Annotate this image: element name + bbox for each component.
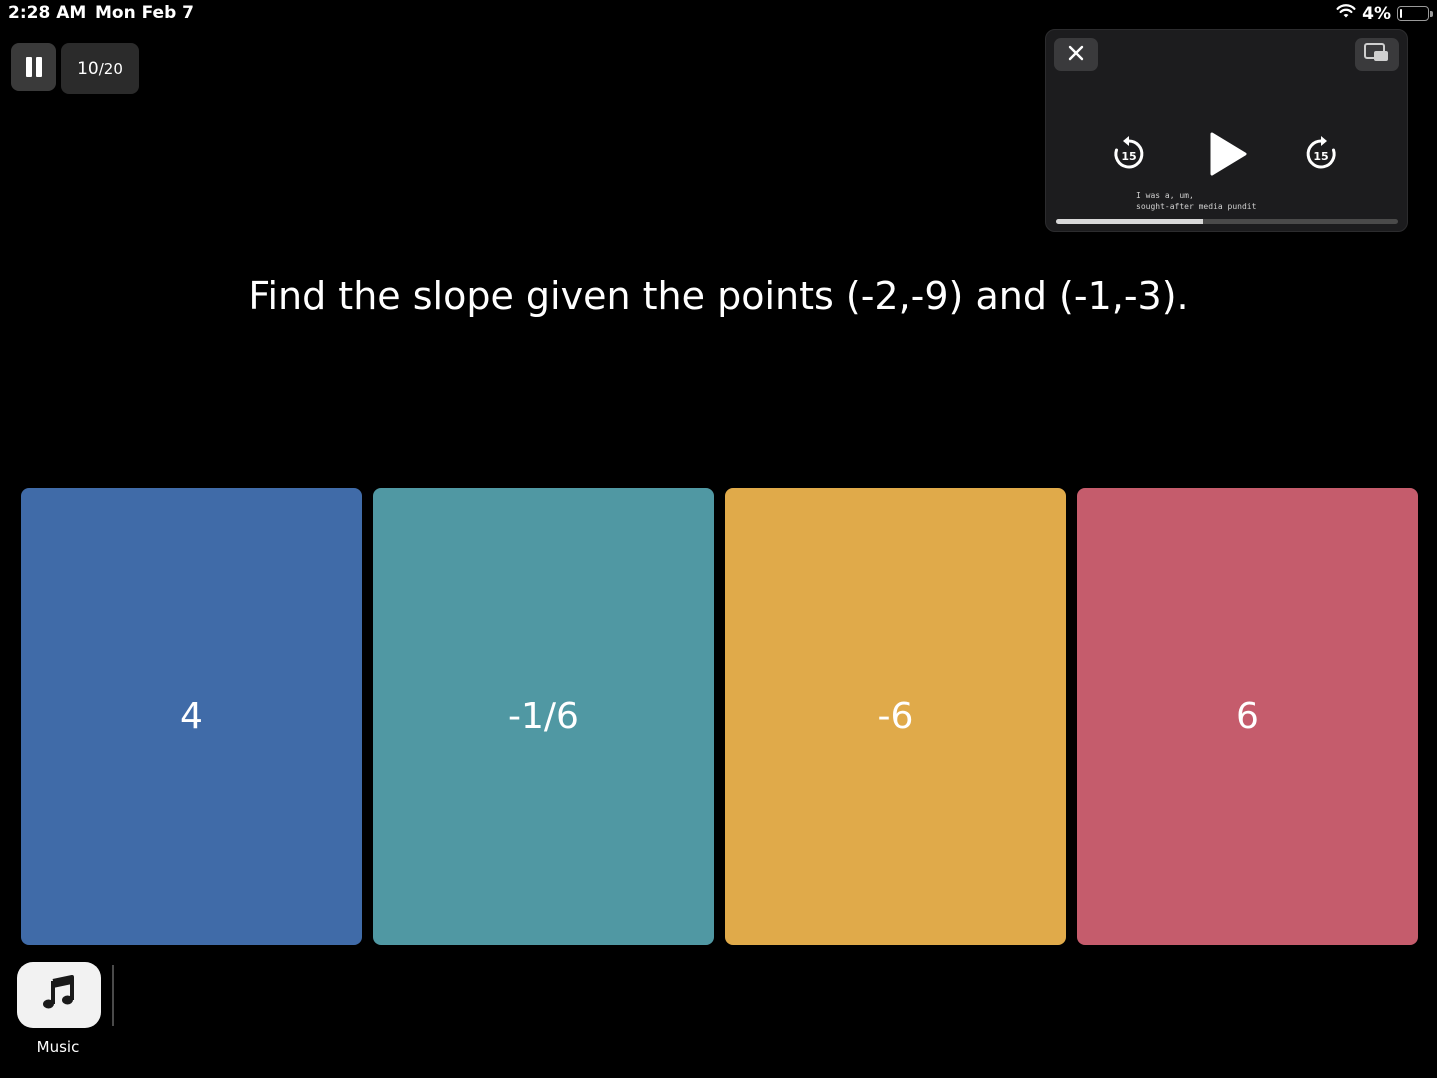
play-button[interactable] (1209, 132, 1247, 180)
answer-option-2[interactable]: -1/6 (373, 488, 714, 945)
music-app-button[interactable] (17, 962, 101, 1028)
answer-grid: 4 -1/6 -6 6 (21, 488, 1419, 945)
skip-back-15-icon: 15 (1114, 136, 1144, 169)
skip-forward-15-icon: 15 (1306, 136, 1336, 169)
picture-in-picture-player[interactable]: 15 15 I was a, um, sought-after media pu… (1045, 29, 1408, 232)
pip-restore-icon (1364, 42, 1390, 67)
playback-scrubber[interactable] (1056, 219, 1398, 224)
play-icon (1210, 132, 1247, 176)
skip-back-button[interactable]: 15 (1112, 136, 1146, 176)
caption-line-2: sought-after media pundit (1136, 202, 1257, 211)
answer-option-4[interactable]: 6 (1077, 488, 1418, 945)
music-note-icon (39, 973, 79, 1017)
close-icon (1068, 45, 1084, 65)
dock-divider (112, 965, 114, 1026)
wifi-icon (1336, 3, 1356, 24)
playback-progress (1056, 219, 1204, 224)
answer-label: -6 (877, 696, 914, 737)
question-total: /20 (98, 59, 123, 78)
music-app-label: Music (36, 1038, 80, 1056)
caption-line-1: I was a, um, (1136, 191, 1194, 200)
question-counter: 10/20 (61, 43, 139, 94)
pause-button[interactable] (11, 43, 56, 91)
answer-option-1[interactable]: 4 (21, 488, 362, 945)
quiz-screen: 2:28 AM Mon Feb 7 4% 10/20 15 15 I was a… (0, 0, 1437, 1078)
status-indicators: 4% (1336, 3, 1433, 24)
battery-level (1400, 9, 1402, 18)
status-date: Mon Feb 7 (95, 3, 194, 23)
pip-close-button[interactable] (1054, 38, 1098, 71)
answer-label: 6 (1236, 696, 1259, 737)
skip-forward-button[interactable]: 15 (1304, 136, 1338, 176)
question-text: Find the slope given the points (-2,-9) … (248, 274, 1189, 318)
skip-back-label: 15 (1121, 150, 1136, 163)
answer-option-3[interactable]: -6 (725, 488, 1066, 945)
battery-percent: 4% (1362, 3, 1391, 24)
battery-icon (1397, 6, 1433, 21)
question-current: 10 (77, 58, 99, 79)
pip-restore-button[interactable] (1355, 38, 1399, 71)
status-time: 2:28 AM (8, 3, 87, 23)
skip-forward-label: 15 (1313, 150, 1328, 163)
answer-label: 4 (180, 696, 203, 737)
pause-icon (24, 57, 44, 77)
answer-label: -1/6 (508, 696, 579, 737)
pip-caption: I was a, um, sought-after media pundit (1136, 190, 1256, 212)
